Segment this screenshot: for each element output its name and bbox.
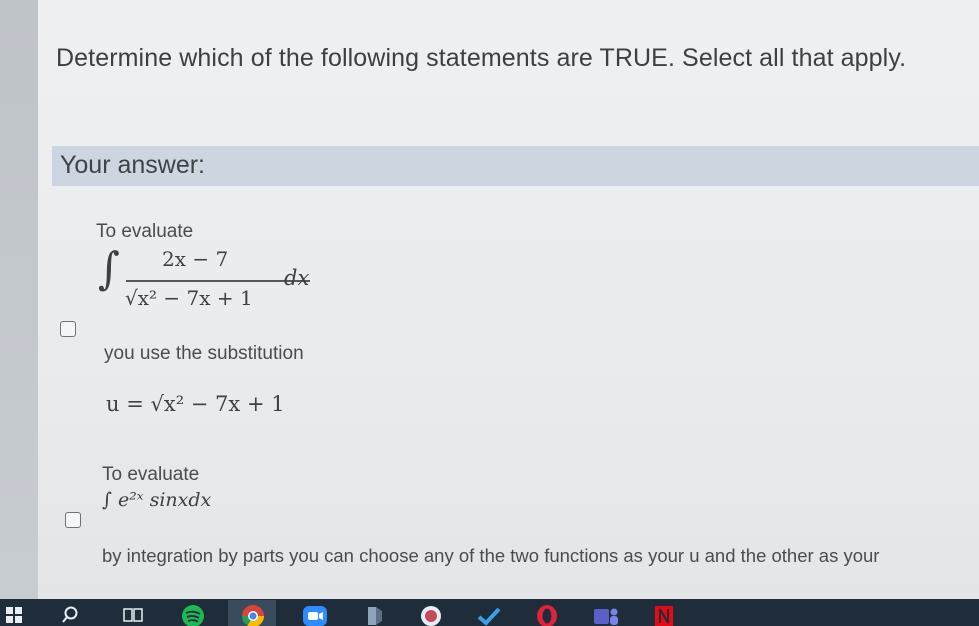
fraction-bar bbox=[126, 280, 310, 282]
chrome-icon[interactable] bbox=[240, 605, 266, 626]
teams-icon[interactable] bbox=[592, 605, 620, 626]
option-2-description: by integration by parts you can choose a… bbox=[102, 545, 880, 566]
answer-header-bar: Your answer: bbox=[52, 146, 979, 186]
opera-icon[interactable] bbox=[534, 605, 560, 626]
spotify-icon[interactable] bbox=[180, 605, 206, 626]
answer-label: Your answer: bbox=[60, 151, 205, 179]
left-margin-strip bbox=[0, 0, 38, 600]
app-circle-icon[interactable] bbox=[418, 605, 444, 626]
option-1-denominator: √x² − 7x + 1 bbox=[125, 286, 253, 310]
option-2-integral: ∫ e²ˣ sinxdx bbox=[102, 489, 212, 511]
screen: Determine which of the following stateme… bbox=[0, 0, 979, 626]
option-1-differential: dx bbox=[284, 266, 310, 290]
search-icon[interactable] bbox=[60, 605, 80, 625]
option-1-intro: To evaluate bbox=[96, 221, 194, 242]
option-1-numerator: 2x − 7 bbox=[162, 247, 229, 271]
question-card: Determine which of the following stateme… bbox=[38, 0, 979, 600]
integral-sign-icon: ∫ bbox=[98, 242, 120, 295]
check-app-icon[interactable] bbox=[476, 605, 502, 626]
option-1-substitution: u = √x² − 7x + 1 bbox=[106, 392, 285, 416]
question-text: Determine which of the following stateme… bbox=[56, 44, 907, 72]
netflix-icon[interactable] bbox=[654, 605, 674, 626]
option-2-intro: To evaluate bbox=[102, 464, 200, 485]
task-view-icon[interactable] bbox=[122, 605, 144, 625]
option-1-checkbox[interactable] bbox=[60, 321, 76, 337]
option-1-middle: you use the substitution bbox=[104, 343, 304, 364]
app-icon[interactable] bbox=[362, 605, 388, 626]
windows-start-icon[interactable] bbox=[4, 605, 24, 625]
zoom-icon[interactable] bbox=[302, 605, 328, 626]
option-2-checkbox[interactable] bbox=[65, 512, 81, 528]
